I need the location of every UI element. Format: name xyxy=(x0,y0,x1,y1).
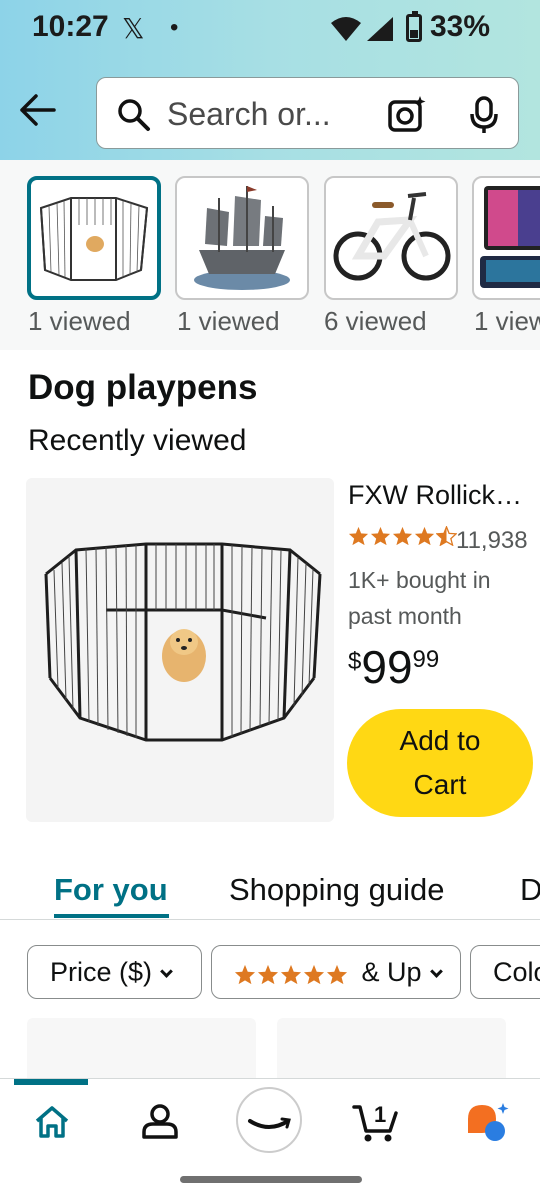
amazon-logo-button[interactable] xyxy=(236,1087,302,1153)
price-filter-label: Price ($) xyxy=(50,957,153,987)
status-bar: 10:27 𝕏 • 33% xyxy=(0,0,540,60)
tab-partial[interactable]: D xyxy=(520,872,540,908)
battery-percent: 33% xyxy=(430,10,491,43)
tab-for-you[interactable]: For you xyxy=(54,872,168,908)
half-star-icon xyxy=(436,526,457,546)
viewed-item-electric-bike[interactable] xyxy=(324,176,458,300)
star-icon xyxy=(257,964,279,985)
app-screen: { "status_bar": {"time": "10:27", "x_gly… xyxy=(0,0,540,1200)
header: 10:27 𝕏 • 33% Search or... xyxy=(0,0,540,160)
signal-icon xyxy=(367,17,393,41)
wifi-icon xyxy=(331,17,361,41)
product-image[interactable] xyxy=(26,478,334,822)
viewed-count-label: 1 viewed xyxy=(177,306,280,336)
account-icon[interactable] xyxy=(141,1103,179,1139)
price-currency: $ xyxy=(348,648,362,675)
notification-dot-icon: • xyxy=(170,14,179,41)
add-to-cart-label-line2: Cart xyxy=(413,769,467,800)
viewed-item-tablet[interactable] xyxy=(472,176,540,300)
star-icon xyxy=(414,526,435,546)
dog-playpen-image xyxy=(44,542,322,742)
status-time: 10:27 xyxy=(32,10,109,43)
product-title[interactable]: FXW Rollick… xyxy=(348,480,522,511)
viewed-item-dog-playpen[interactable] xyxy=(27,176,161,300)
chevron-down-icon xyxy=(160,965,173,978)
rufus-assistant-icon[interactable] xyxy=(464,1101,510,1143)
search-input[interactable]: Search or... xyxy=(167,96,331,133)
rating-filter-stars xyxy=(234,964,348,985)
star-icon xyxy=(392,526,413,546)
pirate-ship-thumbnail xyxy=(194,186,290,290)
star-icon xyxy=(280,964,302,985)
battery-icon xyxy=(406,11,422,42)
dog-playpen-thumbnail xyxy=(39,197,149,281)
viewed-count-label: 1 viewed xyxy=(474,306,540,336)
review-count[interactable]: 11,938 xyxy=(456,527,528,555)
search-icon xyxy=(118,99,150,131)
price-whole: 99 xyxy=(361,641,413,693)
section-subtitle: Recently viewed xyxy=(28,424,247,457)
microphone-icon[interactable] xyxy=(469,96,499,134)
svg-text:1: 1 xyxy=(374,1102,386,1127)
star-icon xyxy=(234,964,256,985)
section-title: Dog playpens xyxy=(28,368,258,407)
tablet-keyboard-thumbnail xyxy=(480,186,540,288)
viewed-item-pirate-ship[interactable] xyxy=(175,176,309,300)
cart-icon[interactable]: 1 xyxy=(352,1101,400,1143)
product-price: $9999 xyxy=(348,640,439,694)
back-arrow-icon[interactable] xyxy=(18,92,58,128)
x-app-icon: 𝕏 xyxy=(122,13,145,44)
rating-stars[interactable] xyxy=(348,526,457,546)
electric-bike-thumbnail xyxy=(333,192,451,281)
star-icon xyxy=(303,964,325,985)
viewed-count-label: 1 viewed xyxy=(28,306,131,336)
star-icon xyxy=(326,964,348,985)
viewed-count-label: 6 viewed xyxy=(324,306,427,336)
star-icon xyxy=(348,526,369,546)
home-icon[interactable] xyxy=(34,1105,70,1139)
active-nav-indicator xyxy=(14,1079,88,1085)
bought-count: 1K+ bought in past month xyxy=(348,567,491,629)
chevron-down-icon xyxy=(429,965,443,978)
add-to-cart-button[interactable]: Add to Cart xyxy=(347,709,533,817)
search-bar[interactable]: Search or... xyxy=(96,77,519,149)
star-icon xyxy=(370,526,391,546)
rating-filter-label: & Up xyxy=(361,957,422,987)
price-cents: 99 xyxy=(412,646,440,673)
amazon-smile-icon xyxy=(248,1117,291,1129)
rating-filter[interactable]: & Up xyxy=(211,945,461,999)
tab-shopping-guide[interactable]: Shopping guide xyxy=(229,872,444,908)
active-tab-indicator xyxy=(54,914,169,918)
content-tabs: For you Shopping guide D xyxy=(0,864,540,920)
gesture-home-bar[interactable] xyxy=(180,1176,362,1183)
camera-search-icon[interactable] xyxy=(387,94,427,134)
color-filter-label: Colo xyxy=(493,957,540,987)
price-filter[interactable]: Price ($) xyxy=(27,945,202,999)
color-filter[interactable]: Colo xyxy=(470,945,540,999)
add-to-cart-label-line1: Add to xyxy=(399,725,481,756)
